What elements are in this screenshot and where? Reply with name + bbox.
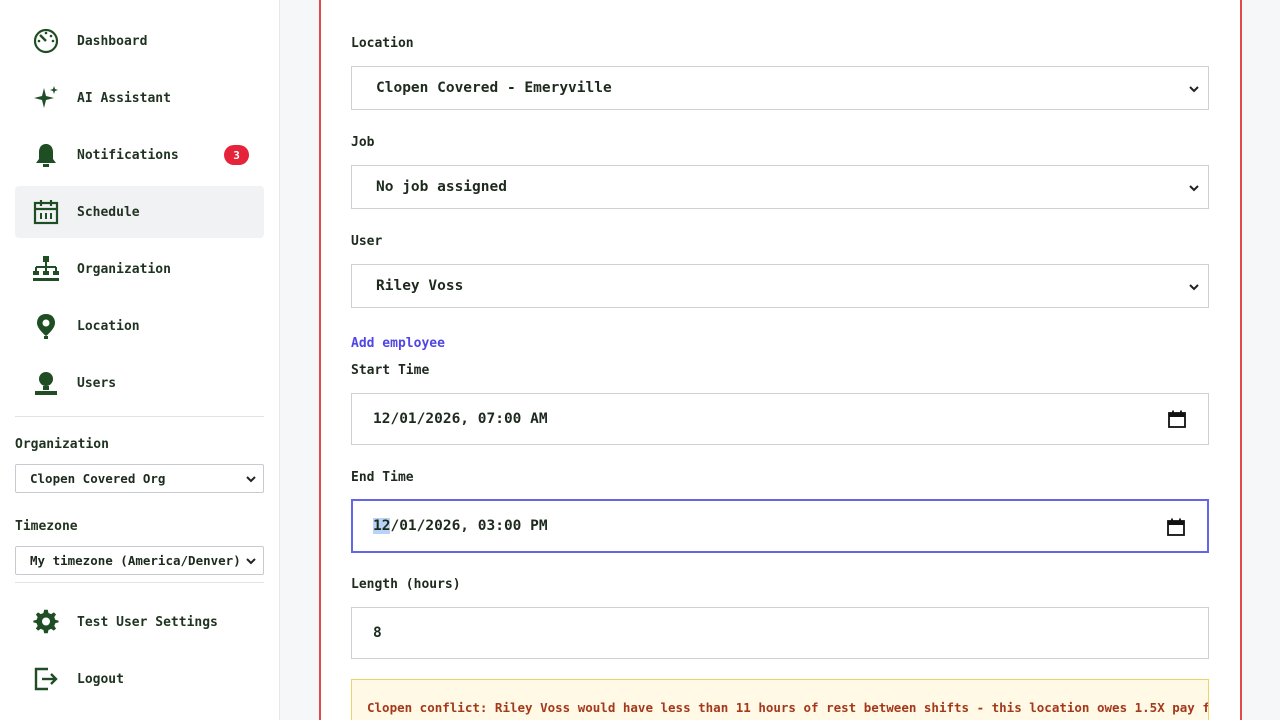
location-label: Location <box>351 36 414 51</box>
sidebar-item-label: Organization <box>77 261 171 277</box>
user-icon <box>30 367 62 399</box>
sidebar-item-logout[interactable]: Logout <box>15 653 264 705</box>
user-select[interactable]: Riley Voss <box>351 264 1209 308</box>
sidebar-item-dashboard[interactable]: Dashboard <box>15 15 264 67</box>
user-label: User <box>351 234 383 249</box>
user-select-value: Riley Voss <box>376 278 464 294</box>
sidebar-item-label: Location <box>77 318 140 334</box>
job-select-value: No job assigned <box>376 179 507 195</box>
clopen-conflict-warning: Clopen conflict: Riley Voss would have l… <box>351 679 1209 720</box>
length-value: 8 <box>373 625 382 641</box>
chevron-down-icon <box>1189 86 1199 93</box>
chevron-down-icon <box>246 476 256 483</box>
sparkle-icon <box>30 82 62 114</box>
sidebar-item-label: Dashboard <box>77 33 148 49</box>
gear-icon <box>30 606 62 638</box>
bell-icon <box>30 139 62 171</box>
sidebar-item-test-user-settings[interactable]: Test User Settings <box>15 596 264 648</box>
end-time-value-rest: /01/2026, 03:00 PM <box>390 518 548 534</box>
sidebar-item-label: Notifications <box>77 147 179 163</box>
timezone-select-value: My timezone (America/Denver) <box>30 553 241 568</box>
notification-count-badge: 3 <box>224 145 249 165</box>
add-employee-link[interactable]: Add employee <box>351 336 445 351</box>
timezone-select[interactable]: My timezone (America/Denver) <box>15 546 264 575</box>
sidebar-item-organization[interactable]: Organization <box>15 243 264 295</box>
start-time-label: Start Time <box>351 363 430 378</box>
sidebar-item-notifications[interactable]: Notifications 3 <box>15 129 264 181</box>
map-pin-icon <box>30 310 62 342</box>
calendar-picker-icon[interactable] <box>1168 410 1186 428</box>
sidebar: Dashboard AI Assistant Notifications 3 S… <box>0 0 280 720</box>
clopen-conflict-text: Clopen conflict: Riley Voss would have l… <box>367 700 1209 715</box>
logout-icon <box>30 663 62 695</box>
organization-select-value: Clopen Covered Org <box>30 471 166 486</box>
length-input[interactable]: 8 <box>351 607 1209 659</box>
sidebar-item-schedule[interactable]: Schedule <box>15 186 264 238</box>
length-label: Length (hours) <box>351 577 461 592</box>
sidebar-divider <box>15 416 264 417</box>
sidebar-item-location[interactable]: Location <box>15 300 264 352</box>
sidebar-item-label: Test User Settings <box>77 614 218 630</box>
org-chart-icon <box>30 253 62 285</box>
end-time-selected-segment: 12 <box>373 518 391 534</box>
sidebar-item-label: Logout <box>77 671 124 687</box>
location-select-value: Clopen Covered - Emeryville <box>376 80 612 96</box>
organization-select[interactable]: Clopen Covered Org <box>15 464 264 493</box>
timezone-label: Timezone <box>15 519 78 534</box>
job-label: Job <box>351 135 375 150</box>
chevron-down-icon <box>1189 284 1199 291</box>
start-time-input[interactable]: 12/01/2026, 07:00 AM <box>351 393 1209 445</box>
organization-label: Organization <box>15 437 109 452</box>
sidebar-item-label: AI Assistant <box>77 90 171 106</box>
end-time-label: End Time <box>351 470 414 485</box>
location-select[interactable]: Clopen Covered - Emeryville <box>351 66 1209 110</box>
end-time-value: 12/01/2026, 03:00 PM <box>373 518 548 534</box>
sidebar-item-ai-assistant[interactable]: AI Assistant <box>15 72 264 124</box>
chevron-down-icon <box>1189 185 1199 192</box>
sidebar-item-label: Schedule <box>77 204 140 220</box>
chevron-down-icon <box>246 558 256 565</box>
calendar-icon <box>30 196 62 228</box>
end-time-input[interactable]: 12/01/2026, 03:00 PM <box>351 499 1209 553</box>
sidebar-item-users[interactable]: Users <box>15 357 264 409</box>
sidebar-item-label: Users <box>77 375 117 391</box>
start-time-value: 12/01/2026, 07:00 AM <box>373 411 548 427</box>
job-select[interactable]: No job assigned <box>351 165 1209 209</box>
sidebar-divider <box>15 582 264 583</box>
calendar-picker-icon[interactable] <box>1167 518 1185 536</box>
dashboard-gauge-icon <box>30 25 62 57</box>
